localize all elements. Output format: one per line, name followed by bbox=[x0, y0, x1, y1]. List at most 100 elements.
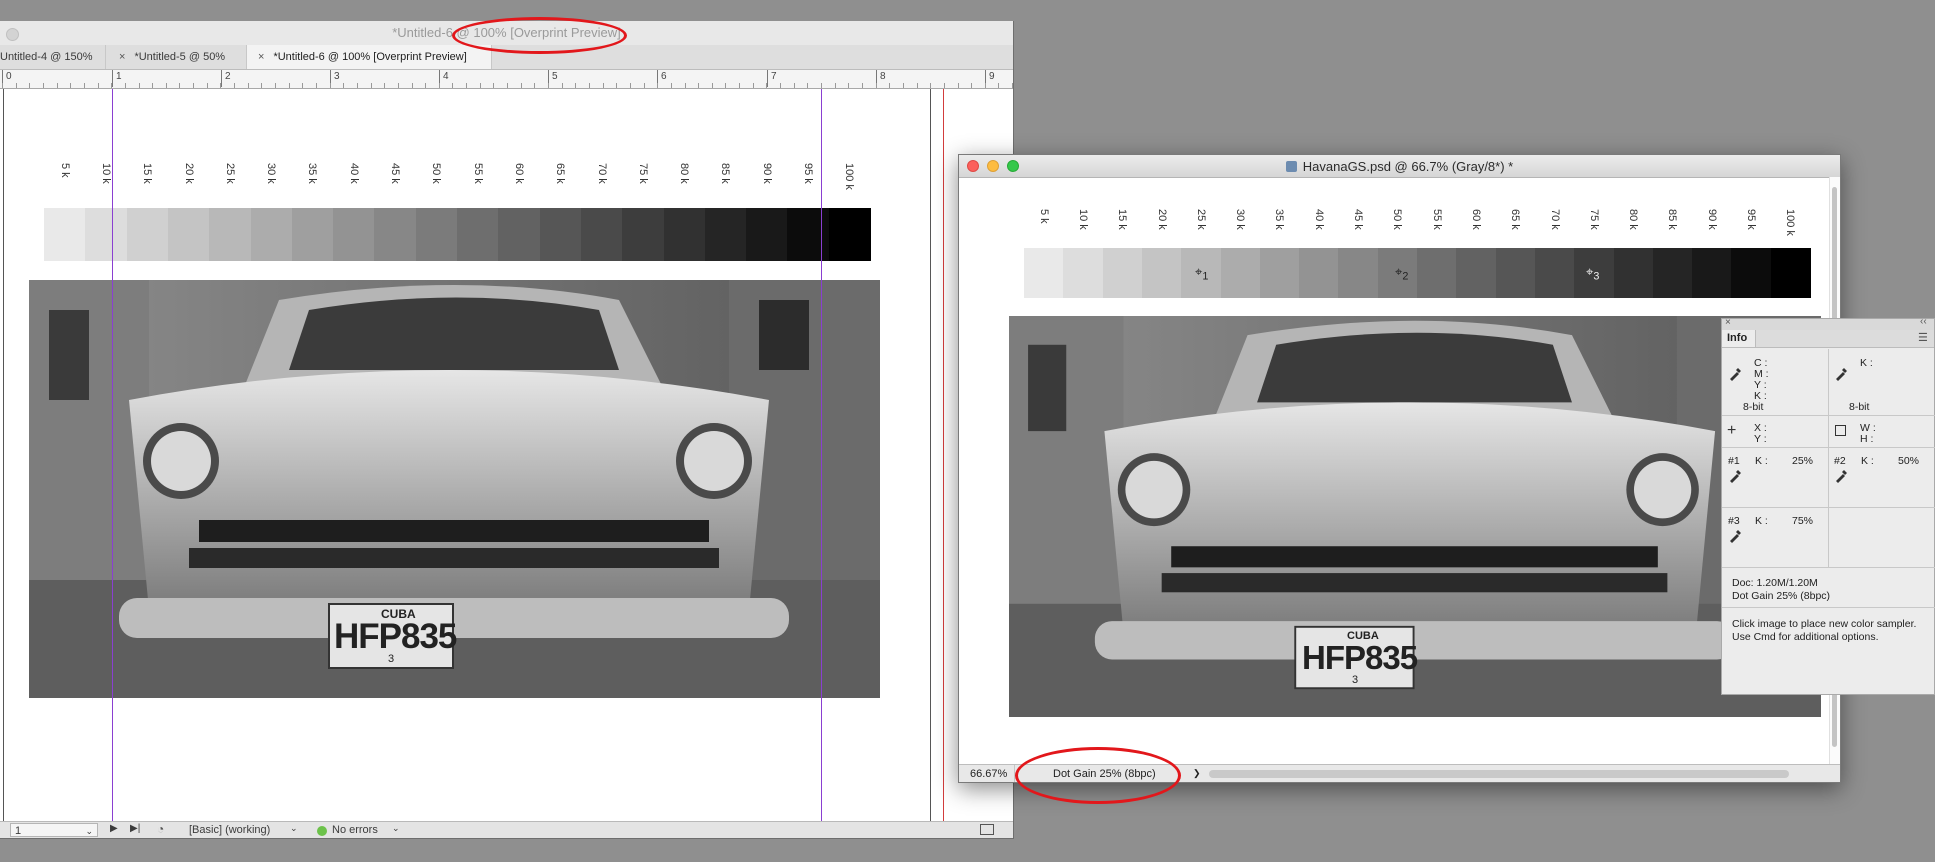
tone-step bbox=[457, 208, 500, 261]
page-edge-left bbox=[3, 89, 4, 823]
car-photo-placed[interactable]: CUBA HFP835 3 bbox=[29, 280, 880, 698]
preflight-status-icon bbox=[317, 826, 327, 836]
tone-step-label: 50 k bbox=[1391, 209, 1404, 230]
ruler-minor-tick bbox=[616, 83, 618, 88]
plate-number: HFP835 bbox=[334, 617, 457, 656]
ruler-minor-tick bbox=[29, 83, 31, 88]
ruler-minor-tick bbox=[507, 83, 509, 88]
ruler-minor-tick bbox=[124, 83, 126, 88]
panel-collapse-icon[interactable]: ‹‹ bbox=[1920, 316, 1927, 327]
ruler-minor-tick bbox=[234, 83, 236, 88]
ruler-minor-tick bbox=[752, 83, 754, 88]
color-sampler-2[interactable]: ⌖2 bbox=[1395, 264, 1408, 283]
tab-close-icon[interactable]: × bbox=[119, 51, 125, 63]
sampler-1-channel: K : bbox=[1755, 455, 1768, 467]
car-photo-psd[interactable]: CUBA HFP835 3 bbox=[1009, 316, 1821, 717]
tab-untitled-6[interactable]: × *Untitled-6 @ 100% [Overprint Preview] bbox=[247, 45, 492, 69]
tone-step-label: 70 k bbox=[1548, 209, 1561, 230]
ruler-minor-tick bbox=[452, 83, 454, 88]
sampler-number: 2 bbox=[1402, 270, 1409, 283]
next-page-icon[interactable]: ▶ bbox=[110, 823, 118, 834]
panel-close-icon[interactable]: × bbox=[1725, 317, 1731, 328]
eyedropper-icon[interactable] bbox=[1728, 467, 1744, 483]
sampler-number: 3 bbox=[1593, 270, 1600, 283]
tab-info[interactable]: Info bbox=[1722, 330, 1756, 347]
info-tab-label: Info bbox=[1727, 332, 1748, 344]
split-view-icon[interactable] bbox=[980, 824, 994, 835]
eyedropper-icon[interactable] bbox=[1834, 365, 1850, 381]
preflight-history-icon[interactable]: ◔ bbox=[157, 822, 164, 836]
preflight-profile-label[interactable]: [Basic] (working) bbox=[189, 824, 270, 836]
ruler-minor-tick bbox=[343, 83, 345, 88]
ruler-minor-tick bbox=[916, 83, 918, 88]
chevron-down-icon[interactable]: ⌄ bbox=[392, 823, 400, 834]
photoshop-canvas[interactable]: 5 k 10 k 15 k 20 k 25 k 30 k 35 k 40 k 45 k 50 k 5… bbox=[959, 178, 1829, 764]
tab-untitled-5[interactable]: × *Untitled-5 @ 50% bbox=[106, 45, 247, 69]
ruler-minor-tick bbox=[165, 83, 167, 88]
ruler-minor-tick bbox=[479, 83, 481, 88]
ruler-minor-tick bbox=[438, 83, 440, 88]
tone-step-label: 35 k bbox=[306, 163, 319, 184]
margin-guide-left[interactable] bbox=[112, 89, 113, 823]
tone-step bbox=[415, 208, 458, 261]
tone-step-label: 15 k bbox=[141, 163, 154, 184]
tone-step-label: 90 k bbox=[760, 163, 773, 184]
horizontal-scrollbar[interactable] bbox=[1209, 770, 1789, 778]
tone-step-label: 75 k bbox=[1587, 209, 1600, 230]
color-sampler-1[interactable]: ⌖1 bbox=[1195, 264, 1208, 283]
bleed-guide bbox=[943, 89, 944, 823]
ruler-number: 3 bbox=[334, 71, 340, 82]
preflight-status-label[interactable]: No errors bbox=[332, 824, 378, 836]
ruler-minor-tick bbox=[261, 83, 263, 88]
ruler-minor-tick bbox=[384, 83, 386, 88]
tone-step bbox=[1220, 248, 1261, 298]
tone-step-label: 30 k bbox=[1234, 209, 1247, 230]
tone-strip[interactable] bbox=[1024, 248, 1811, 298]
tone-step bbox=[704, 208, 748, 261]
color-sampler-3[interactable]: ⌖3 bbox=[1586, 264, 1599, 283]
eyedropper-icon[interactable] bbox=[1728, 527, 1744, 543]
tab-close-icon[interactable]: × bbox=[258, 51, 264, 63]
ruler-minor-tick bbox=[957, 83, 959, 88]
status-menu-arrow-icon[interactable]: ❯ bbox=[1193, 768, 1201, 779]
tone-step-label: 100 k bbox=[843, 163, 856, 190]
tone-strip[interactable] bbox=[44, 208, 871, 261]
tone-step-label: 85 k bbox=[719, 163, 732, 184]
zoom-level[interactable]: 66.67% bbox=[970, 768, 1007, 780]
ruler-minor-tick bbox=[602, 83, 604, 88]
photoshop-title-bar[interactable]: HavanaGS.psd @ 66.7% (Gray/8*) * bbox=[959, 155, 1840, 178]
ruler-minor-tick bbox=[2, 83, 3, 88]
ruler-minor-tick bbox=[370, 83, 372, 88]
ruler-minor-tick bbox=[220, 83, 222, 88]
tone-step-label: 80 k bbox=[678, 163, 691, 184]
horizontal-ruler[interactable]: 0 1 2 3 4 5 6 7 8 9 bbox=[0, 70, 1013, 89]
panel-menu-icon[interactable]: ☰ bbox=[1918, 331, 1928, 344]
indesign-pasteboard[interactable]: 5 k 10 k 15 k 20 k 25 k 30 k 35 k 40 k 45 k 50 k 5… bbox=[0, 89, 1013, 823]
tone-step-label: 40 k bbox=[1312, 209, 1325, 230]
tone-step-label: 80 k bbox=[1627, 209, 1640, 230]
eyedropper-icon[interactable] bbox=[1728, 365, 1744, 381]
tab-untitled-4[interactable]: Untitled-4 @ 150% bbox=[0, 45, 106, 69]
eyedropper-icon[interactable] bbox=[1834, 467, 1850, 483]
tone-step bbox=[126, 208, 169, 261]
ruler-minor-tick bbox=[848, 83, 850, 88]
ruler-minor-tick bbox=[834, 83, 836, 88]
tone-step-label: 40 k bbox=[347, 163, 360, 184]
ruler-minor-tick bbox=[684, 83, 686, 88]
tone-step bbox=[167, 208, 211, 261]
margin-guide-right[interactable] bbox=[821, 89, 822, 823]
plate-small: 3 bbox=[1352, 674, 1359, 686]
page-number-select[interactable]: 1 ⌄ bbox=[10, 823, 98, 837]
last-page-icon[interactable]: ▶| bbox=[130, 823, 140, 834]
chevron-down-icon[interactable]: ⌄ bbox=[290, 823, 298, 834]
tone-step-label: 5 k bbox=[1037, 209, 1050, 224]
tone-step-label: 30 k bbox=[265, 163, 278, 184]
tone-step bbox=[1456, 248, 1497, 298]
tone-step-label: 70 k bbox=[595, 163, 608, 184]
ruler-minor-tick bbox=[971, 83, 973, 88]
tone-step bbox=[1024, 248, 1065, 298]
sampler-3-id: #3 bbox=[1728, 515, 1740, 527]
tone-step-label: 75 k bbox=[636, 163, 649, 184]
ruler-minor-tick bbox=[984, 83, 986, 88]
tone-step-label: 65 k bbox=[1509, 209, 1522, 230]
